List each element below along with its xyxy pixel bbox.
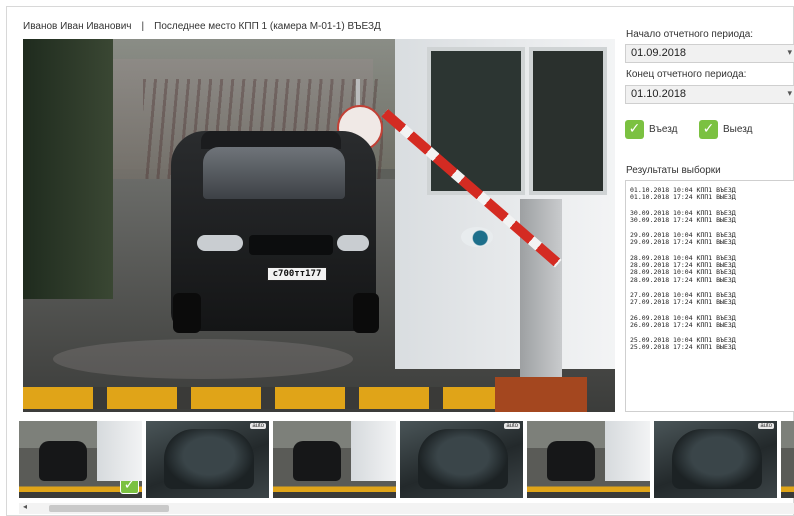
chevron-down-icon: ▾ xyxy=(787,47,792,57)
results-title: Результаты выборки xyxy=(626,165,721,176)
result-entry[interactable]: 30.09.2018 17:24 КПП1 ВЫЕЗД xyxy=(630,216,794,224)
thumbnail[interactable] xyxy=(273,421,396,498)
photo-booth-window xyxy=(427,47,525,195)
thumbnail[interactable]: auto xyxy=(400,421,523,498)
period-end-select[interactable]: 01.10.2018 ▾ xyxy=(625,85,794,104)
scrollbar-thumb[interactable] xyxy=(49,505,169,512)
results-entries: 01.10.2018 10:04 КПП1 ВЪЕЗД 01.10.2018 17… xyxy=(626,181,794,352)
chevron-down-icon: ▾ xyxy=(787,88,792,98)
photo-speed-bump xyxy=(23,387,503,409)
camera-snapshot[interactable]: с700тт177 xyxy=(23,39,615,412)
thumbnail[interactable] xyxy=(781,421,794,498)
result-entry[interactable]: 01.10.2018 17:24 КПП1 ВЫЕЗД xyxy=(630,193,794,201)
result-entry[interactable]: 27.09.2018 17:24 КПП1 ВЫЕЗД xyxy=(630,298,794,306)
thumbnail[interactable]: auto xyxy=(654,421,777,498)
results-list[interactable]: 01.10.2018 10:04 КПП1 ВЪЕЗД 01.10.2018 17… xyxy=(625,180,794,412)
photo-car-headlight xyxy=(337,235,369,251)
photo-car-windshield xyxy=(203,147,345,199)
scroll-left-icon[interactable]: ◂ xyxy=(23,502,27,511)
period-start-label: Начало отчетного периода: xyxy=(626,29,754,40)
result-entry[interactable]: 28.09.2018 17:24 КПП1 ВЫЕЗД xyxy=(630,276,794,284)
exit-checkbox[interactable]: ✓ xyxy=(699,120,718,139)
person-name: Иванов Иван Иванович xyxy=(23,21,132,32)
photo-post-base xyxy=(495,377,587,412)
photo-car-grille xyxy=(249,235,333,255)
check-icon: ✓ xyxy=(120,475,139,494)
photo-car-headlight xyxy=(197,235,243,251)
period-end-label: Конец отчетного периода: xyxy=(626,69,747,80)
auto-tag: auto xyxy=(504,423,520,429)
photo-left-trees xyxy=(23,39,113,299)
entry-checkbox[interactable]: ✓ xyxy=(625,120,644,139)
thumbnail[interactable] xyxy=(527,421,650,498)
photo-puddle xyxy=(53,339,353,379)
result-entry[interactable]: 29.09.2018 17:24 КПП1 ВЫЕЗД xyxy=(630,239,794,247)
thumbnail-strip: ✓ auto auto auto xyxy=(19,421,794,498)
period-start-value: 01.09.2018 xyxy=(631,47,687,59)
photo-car-wheel xyxy=(173,293,201,333)
auto-tag: auto xyxy=(758,423,774,429)
last-place: Последнее место КПП 1 (камера М-01-1) ВЪ… xyxy=(154,21,381,32)
header-separator: | xyxy=(141,21,145,32)
result-entry[interactable]: 26.09.2018 17:24 КПП1 ВЫЕЗД xyxy=(630,321,794,329)
result-entry[interactable]: 25.09.2018 17:24 КПП1 ВЫЕЗД xyxy=(630,344,794,352)
photo-eye-logo xyxy=(461,227,493,247)
thumbnail[interactable]: ✓ xyxy=(19,421,142,498)
entry-checkbox-label: Въезд xyxy=(649,124,678,135)
period-start-select[interactable]: 01.09.2018 ▾ xyxy=(625,44,794,63)
period-end-value: 01.10.2018 xyxy=(631,88,687,100)
photo-car-wheel xyxy=(353,293,379,333)
exit-checkbox-label: Выезд xyxy=(723,124,753,135)
thumbnail[interactable]: auto xyxy=(146,421,269,498)
license-plate: с700тт177 xyxy=(267,267,327,281)
header: Иванов Иван Иванович | Последнее место КПП… xyxy=(23,21,381,32)
horizontal-scrollbar[interactable]: ◂ xyxy=(19,502,794,514)
auto-tag: auto xyxy=(250,423,266,429)
photo-booth-window-2 xyxy=(529,47,607,195)
